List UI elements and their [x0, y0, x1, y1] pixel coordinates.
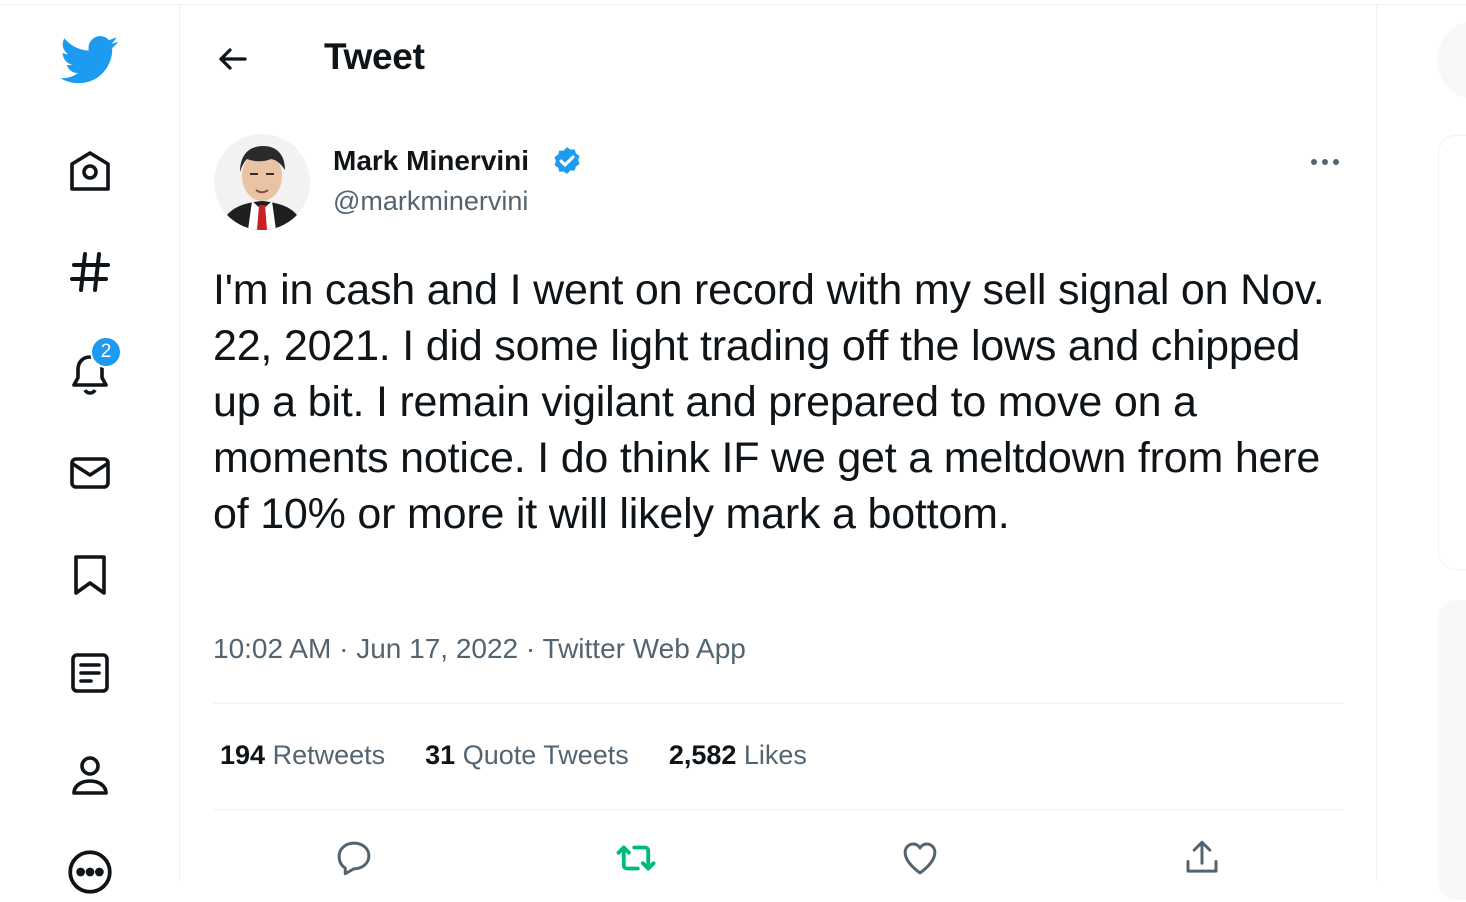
sidebar-card-edge	[1438, 600, 1466, 900]
page-title: Tweet	[324, 36, 425, 77]
likes-count: 2,582	[668, 740, 737, 770]
retweets-label: Retweets	[272, 740, 386, 770]
more-dots-icon[interactable]	[1300, 140, 1350, 184]
lists-icon[interactable]	[60, 643, 120, 703]
top-divider	[0, 4, 1466, 5]
quote-tweets-count: 31	[425, 740, 456, 770]
meta-separator: ·	[339, 633, 357, 664]
share-upload-icon[interactable]	[1179, 835, 1225, 881]
tweet-timestamp: 10:02 AM · Jun 17, 2022 · Twitter Web Ap…	[213, 633, 746, 665]
profile-icon[interactable]	[60, 745, 120, 805]
likes-label: Likes	[743, 740, 807, 770]
tweet-date[interactable]: Jun 17, 2022	[356, 633, 518, 664]
twitter-logo-icon[interactable]	[60, 30, 120, 90]
engagement-stats: 194 Retweets 31 Quote Tweets 2,582 Likes	[220, 740, 807, 771]
like-heart-icon[interactable]	[897, 835, 943, 881]
retweet-icon[interactable]	[613, 835, 659, 881]
column-divider-right	[1376, 5, 1377, 882]
retweets-count: 194	[220, 740, 266, 770]
author-name[interactable]: Mark Minervini	[333, 145, 529, 177]
bookmark-icon[interactable]	[60, 545, 120, 605]
notifications-badge: 2	[90, 336, 122, 368]
back-arrow-icon[interactable]	[210, 36, 256, 82]
retweets-stat[interactable]: 194 Retweets	[220, 740, 385, 771]
meta-separator: ·	[525, 633, 543, 664]
likes-stat[interactable]: 2,582 Likes	[669, 740, 807, 771]
more-options-circle-icon[interactable]	[60, 842, 120, 902]
tweet-text: I'm in cash and I went on record with my…	[213, 266, 1325, 538]
column-divider-left	[179, 5, 180, 882]
tweet-source[interactable]: Twitter Web App	[543, 633, 746, 664]
home-icon[interactable]	[60, 142, 120, 202]
divider	[213, 703, 1344, 704]
search-box-edge[interactable]	[1437, 20, 1466, 100]
verified-badge-icon	[550, 145, 584, 179]
tweet-time[interactable]: 10:02 AM	[213, 633, 331, 664]
explore-hashtag-icon[interactable]	[60, 242, 120, 302]
quote-tweets-label: Quote Tweets	[462, 740, 629, 770]
avatar[interactable]	[214, 134, 310, 230]
messages-envelope-icon[interactable]	[60, 443, 120, 503]
left-nav: 2	[0, 0, 179, 894]
author-handle[interactable]: @markminervini	[333, 186, 528, 217]
divider	[213, 809, 1344, 810]
reply-icon[interactable]	[331, 835, 377, 881]
quote-tweets-stat[interactable]: 31 Quote Tweets	[425, 740, 629, 771]
sidebar-card-edge	[1438, 135, 1466, 570]
